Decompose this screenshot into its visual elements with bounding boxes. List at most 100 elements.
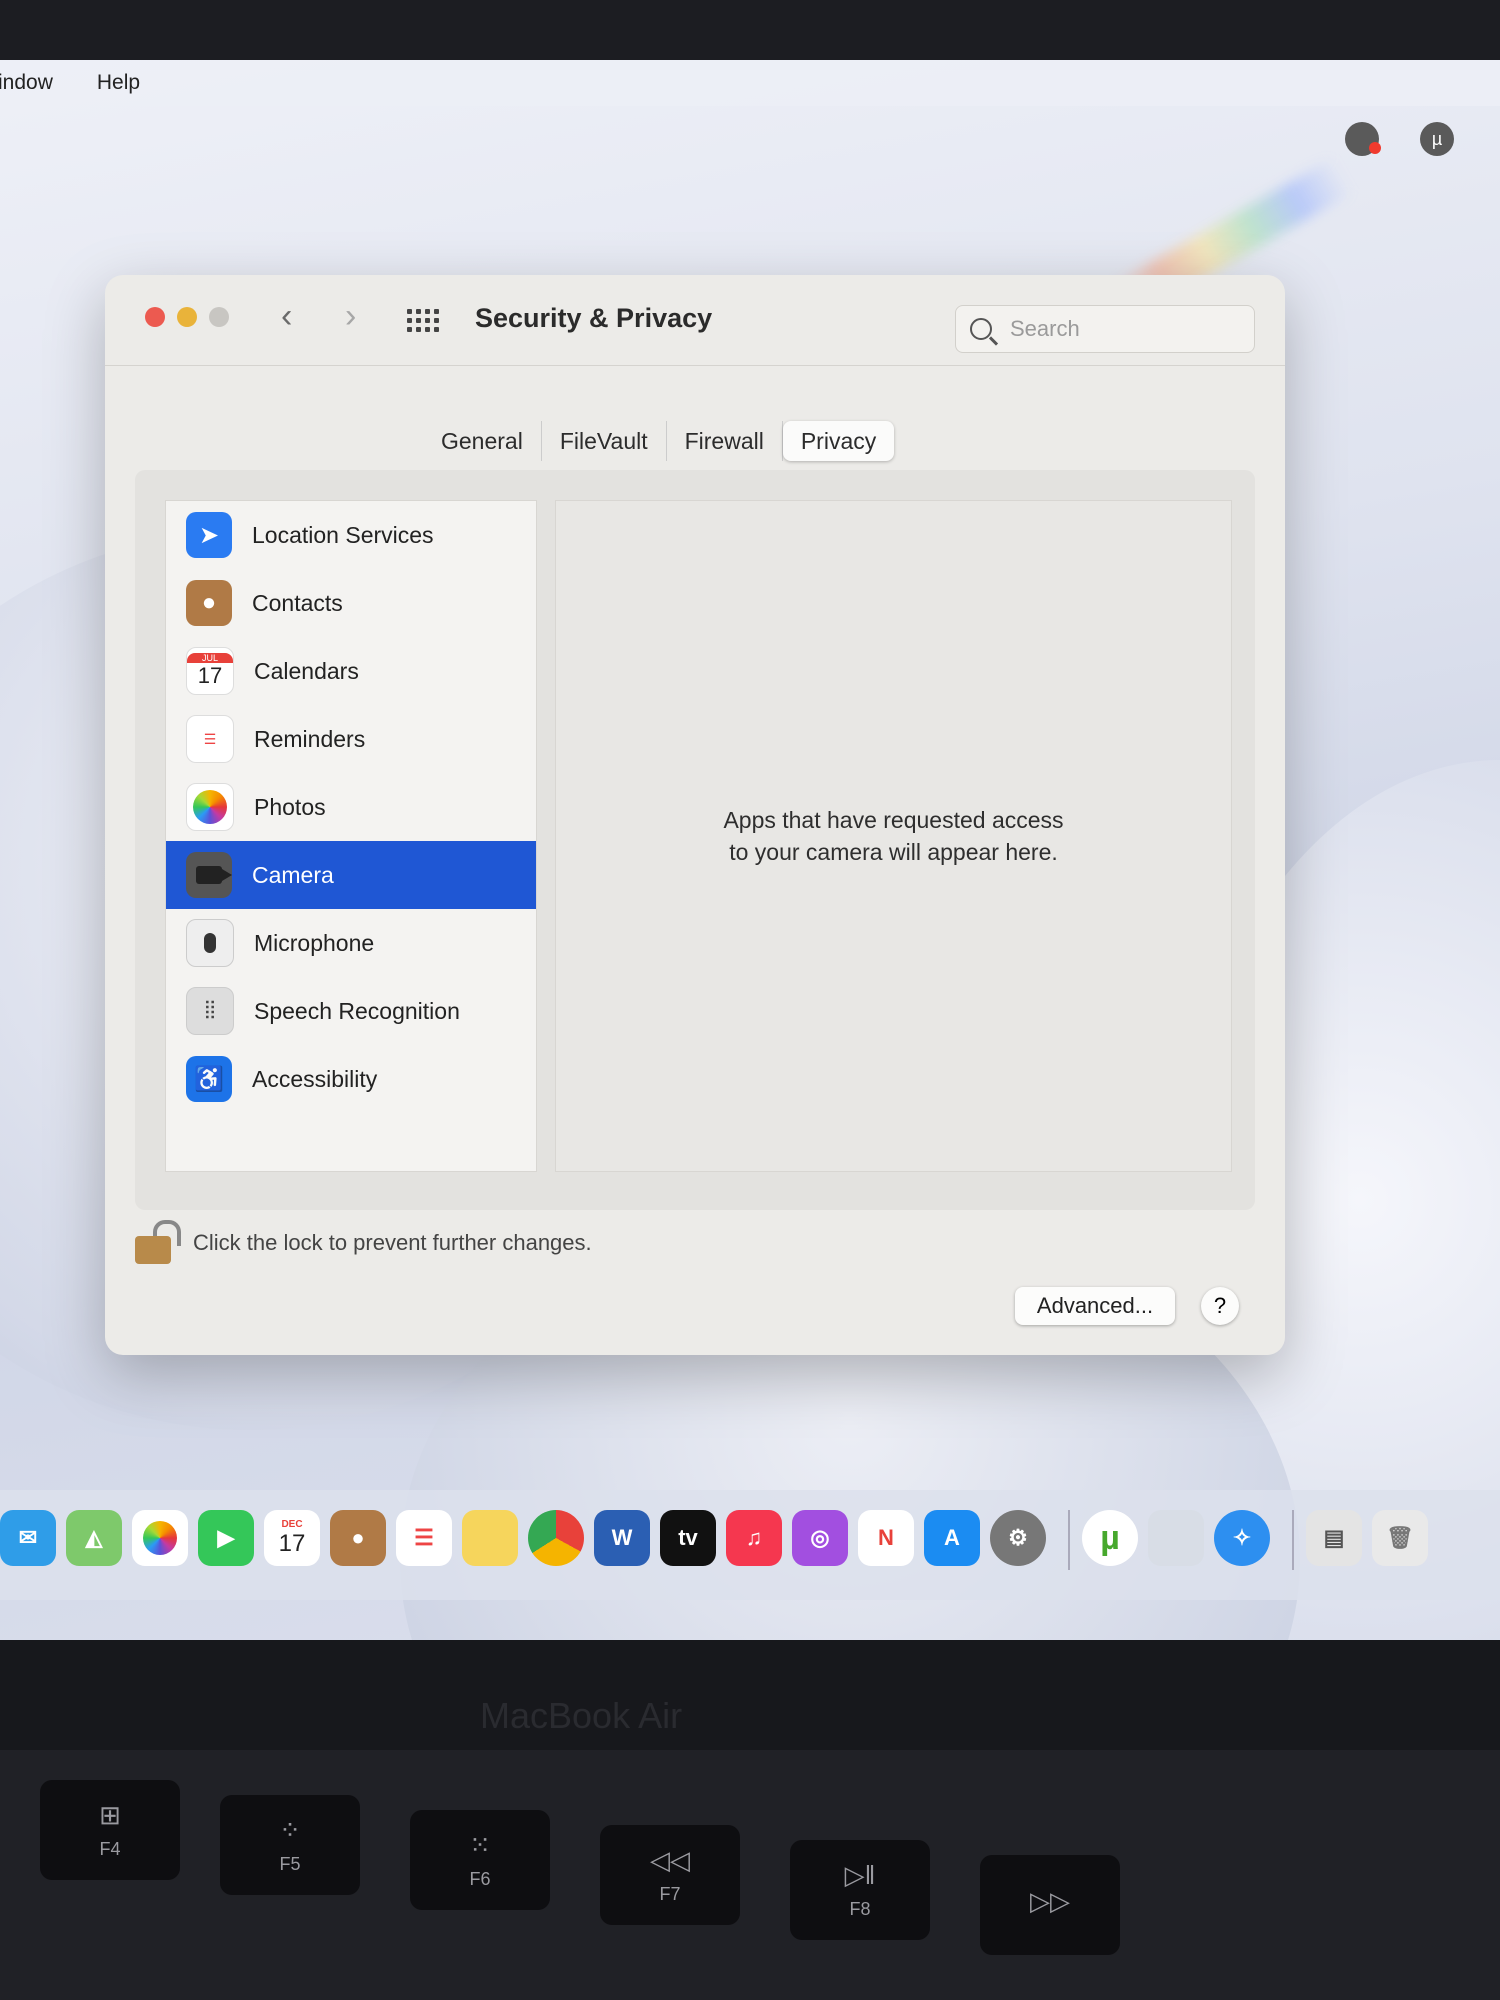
sidebar-item-label: Accessibility xyxy=(252,1065,378,1092)
sidebar-item-label: Contacts xyxy=(252,589,343,616)
calendar-dock-day: 17 xyxy=(278,1529,306,1557)
play-pause-icon: ▷‖ xyxy=(844,1860,876,1890)
sidebar-item-camera[interactable]: Camera xyxy=(166,841,536,909)
music-icon[interactable]: ♫ xyxy=(726,1510,782,1566)
word-glyph: W xyxy=(611,1525,633,1550)
calendar-icon: JUL 17 xyxy=(186,647,234,695)
downloads-stack-icon[interactable]: ▤ xyxy=(1306,1510,1362,1566)
search-field[interactable] xyxy=(955,305,1255,353)
safari-icon[interactable]: ✧ xyxy=(1214,1510,1270,1566)
back-button[interactable]: ‹ xyxy=(281,297,292,336)
torrent-tray-icon[interactable]: µ xyxy=(1420,122,1454,156)
app-store-icon[interactable]: A xyxy=(924,1510,980,1566)
key-f7: ◁◁ F7 xyxy=(600,1825,740,1925)
microphone-icon xyxy=(186,919,234,967)
torrent-glyph: µ xyxy=(1431,128,1443,149)
camera-icon xyxy=(186,852,232,898)
sidebar-item-label: Speech Recognition xyxy=(254,997,460,1024)
tab-general[interactable]: General xyxy=(423,421,542,461)
search-input[interactable] xyxy=(1008,315,1232,343)
tab-firewall[interactable]: Firewall xyxy=(667,421,783,461)
sidebar-item-calendars[interactable]: JUL 17 Calendars xyxy=(166,637,536,705)
lock-status-text: Click the lock to prevent further change… xyxy=(193,1230,592,1255)
sidebar-item-label: Camera xyxy=(252,861,334,888)
sidebar-item-accessibility[interactable]: ♿ Accessibility xyxy=(166,1045,536,1113)
podcasts-icon[interactable]: ◎ xyxy=(792,1510,848,1566)
calendar-icon-month: JUL xyxy=(187,653,233,663)
forward-button[interactable]: › xyxy=(345,297,356,336)
sidebar-item-location-services[interactable]: ➤ Location Services xyxy=(166,501,536,569)
window-title: Security & Privacy xyxy=(475,303,713,333)
sidebar-item-microphone[interactable]: Microphone xyxy=(166,909,536,977)
sidebar-item-contacts[interactable]: ● Contacts xyxy=(166,569,536,637)
utorrent-glyph: µ xyxy=(1100,1518,1120,1557)
accessibility-icon: ♿ xyxy=(186,1056,232,1102)
keyboard: ⊞ F4 ⁘ F5 ⁙ F6 ◁◁ F7 ▷‖ F8 ▷▷ xyxy=(0,1750,1500,2000)
news-icon[interactable]: N xyxy=(858,1510,914,1566)
sidebar-item-speech-recognition[interactable]: ⦙⦙ Speech Recognition xyxy=(166,977,536,1045)
advanced-button[interactable]: Advanced... xyxy=(1015,1287,1175,1325)
dock: ✉ ◭ ▶ DEC 17 ● ☰ W tv ♫ ◎ N A ⚙ µ ✧ ▤ 🗑 xyxy=(0,1490,1500,1600)
empty-state-message: Apps that have requested access to your … xyxy=(723,807,1064,865)
dock-separator xyxy=(1292,1510,1294,1570)
photos-dock-icon[interactable] xyxy=(132,1510,188,1566)
zoom-button[interactable] xyxy=(209,307,229,327)
app-permission-list: Apps that have requested access to your … xyxy=(555,500,1232,1172)
calendar-dock-icon[interactable]: DEC 17 xyxy=(264,1510,320,1566)
notes-icon[interactable] xyxy=(462,1510,518,1566)
status-tray-icon[interactable] xyxy=(1345,122,1381,156)
tab-privacy[interactable]: Privacy xyxy=(782,421,895,461)
dock-apps: ✉ ◭ ▶ DEC 17 ● ☰ W tv ♫ ◎ N A ⚙ µ ✧ ▤ 🗑 xyxy=(0,1510,1438,1570)
facetime-icon[interactable]: ▶ xyxy=(198,1510,254,1566)
sidebar-item-label: Photos xyxy=(254,793,326,820)
reminders-dock-icon[interactable]: ☰ xyxy=(396,1510,452,1566)
rewind-icon: ◁◁ xyxy=(650,1845,690,1875)
system-preferences-icon[interactable]: ⚙ xyxy=(990,1510,1046,1566)
menu-help[interactable]: Help xyxy=(97,71,156,95)
tab-bar: General FileVault Firewall Privacy xyxy=(423,421,895,461)
sidebar-item-label: Reminders xyxy=(254,725,366,752)
backlight-down-icon: ⁘ xyxy=(279,1815,301,1845)
lock-icon[interactable] xyxy=(135,1220,181,1264)
menu-bar: indow Help xyxy=(0,60,1500,106)
dock-separator xyxy=(1068,1510,1070,1570)
photos-icon xyxy=(186,783,234,831)
security-privacy-window: ‹ › Security & Privacy General FileVault… xyxy=(105,275,1285,1355)
laptop-bezel xyxy=(0,1640,1500,1750)
help-button[interactable]: ? xyxy=(1201,1287,1239,1325)
waveform-icon: ⦙⦙ xyxy=(186,987,234,1035)
key-f9: ▷▷ xyxy=(980,1855,1120,1955)
launchpad-icon: ⊞ xyxy=(99,1800,121,1830)
sidebar-item-label: Microphone xyxy=(254,929,375,956)
sidebar-item-reminders[interactable]: ☰ Reminders xyxy=(166,705,536,773)
utorrent-icon[interactable]: µ xyxy=(1082,1510,1138,1566)
device-label: MacBook Air xyxy=(480,1695,683,1736)
key-f4: ⊞ F4 xyxy=(40,1780,180,1880)
notification-dot xyxy=(1369,142,1381,154)
show-all-grid-icon[interactable] xyxy=(407,309,439,333)
backlight-up-icon: ⁙ xyxy=(469,1830,491,1860)
minimize-button[interactable] xyxy=(177,307,197,327)
sidebar-item-label: Location Services xyxy=(252,521,434,548)
sidebar-item-photos[interactable]: Photos xyxy=(166,773,536,841)
menu-window[interactable]: indow xyxy=(0,71,69,95)
calendar-icon-day: 17 xyxy=(197,663,223,688)
preview-icon[interactable] xyxy=(1148,1510,1204,1566)
tab-filevault[interactable]: FileVault xyxy=(542,421,667,461)
contacts-dock-icon[interactable]: ● xyxy=(330,1510,386,1566)
key-f8: ▷‖ F8 xyxy=(790,1840,930,1940)
privacy-category-list: ➤ Location Services ● Contacts JUL 17 Ca… xyxy=(165,500,537,1172)
word-icon[interactable]: W xyxy=(594,1510,650,1566)
fast-forward-icon: ▷▷ xyxy=(1030,1885,1070,1916)
search-icon xyxy=(970,318,992,340)
apple-tv-icon[interactable]: tv xyxy=(660,1510,716,1566)
trash-icon[interactable]: 🗑 xyxy=(1372,1510,1428,1566)
mail-icon[interactable]: ✉ xyxy=(0,1510,56,1566)
calendar-dock-month: DEC xyxy=(281,1518,303,1530)
chrome-icon[interactable] xyxy=(528,1510,584,1566)
close-button[interactable] xyxy=(145,307,165,327)
maps-icon[interactable]: ◭ xyxy=(66,1510,122,1566)
reminders-icon: ☰ xyxy=(186,715,234,763)
sidebar-item-label: Calendars xyxy=(254,657,359,684)
contacts-icon: ● xyxy=(186,580,232,626)
